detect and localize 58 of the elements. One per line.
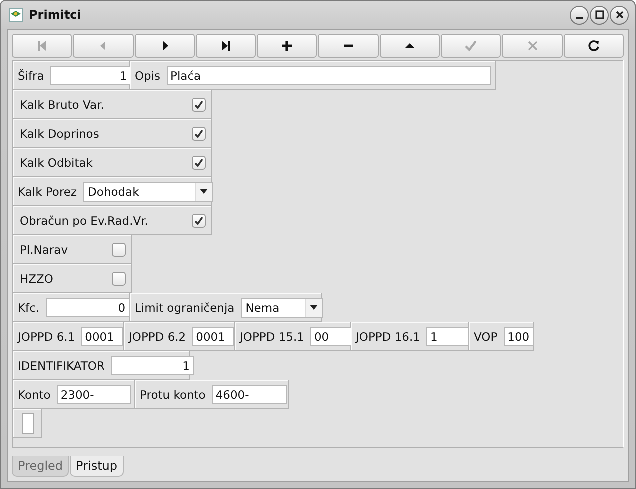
field-label: JOPPD 6.2 (129, 330, 186, 344)
dropdown-arrow-icon (200, 189, 208, 194)
dropdown[interactable]: Dohodak (83, 182, 214, 202)
refresh-icon (586, 39, 601, 53)
window-title: Primitci (29, 8, 82, 22)
x-icon (526, 39, 540, 53)
field-label: JOPPD 16.1 (356, 330, 420, 344)
checkbox[interactable] (192, 126, 206, 140)
close-icon (614, 10, 624, 20)
plus-icon (280, 39, 294, 53)
field-label: IDENTIFIKATOR (18, 358, 105, 372)
input-field[interactable] (22, 413, 34, 434)
field-label: HZZO (20, 272, 54, 286)
minimize-icon (576, 17, 583, 19)
app-icon (9, 8, 23, 22)
checkbox[interactable] (192, 98, 206, 112)
checkmark-icon (464, 39, 478, 53)
add-button[interactable] (257, 34, 318, 58)
field-label: Pl.Narav (20, 242, 68, 256)
dropdown[interactable]: Nema (240, 298, 323, 318)
input-field[interactable]: 1 (426, 327, 470, 346)
field-label: Opis (135, 68, 161, 82)
tab[interactable]: Pregled (12, 456, 70, 477)
field-label: JOPPD 6.1 (18, 330, 76, 344)
dropdown-arrow-icon (310, 305, 318, 310)
minimize-button[interactable] (570, 6, 589, 24)
field-label: VOP (474, 330, 498, 344)
input-field[interactable]: 00 (310, 327, 352, 346)
checkbox[interactable] (192, 214, 206, 228)
last-button[interactable] (196, 34, 256, 58)
field-label: Protu konto (140, 388, 206, 402)
input-field[interactable]: 2300- (56, 385, 131, 404)
input-field[interactable]: 0001 (192, 327, 234, 346)
input-field[interactable]: 4600- (212, 385, 287, 404)
refresh-button[interactable] (564, 34, 624, 58)
field-label: Šifra (18, 68, 44, 82)
field-label: Kalk Odbitak (20, 156, 93, 170)
field-label: JOPPD 15.1 (240, 330, 304, 344)
input-field[interactable]: 0001 (81, 327, 124, 346)
input-field[interactable]: 0 (46, 298, 130, 317)
maximize-icon (594, 10, 604, 20)
checkbox[interactable] (192, 156, 206, 170)
checkbox[interactable] (112, 242, 126, 256)
input-field[interactable]: 1 (50, 66, 132, 85)
input-field[interactable]: 100 (504, 327, 534, 346)
checkbox[interactable] (112, 272, 126, 286)
field-label: Kalk Porez (18, 184, 78, 198)
field-label: Konto (18, 388, 51, 402)
field-label: Obračun po Ev.Rad.Vr. (20, 214, 148, 228)
input-field[interactable]: 1 (110, 356, 194, 375)
field-label: Kalk Doprinos (20, 126, 100, 140)
input-field[interactable]: Plaća (166, 66, 491, 85)
field-label: Kfc. (18, 300, 40, 314)
maximize-button[interactable] (590, 6, 609, 24)
close-button[interactable] (610, 6, 629, 24)
field-label: Limit ograničenja (135, 300, 235, 314)
tab[interactable]: Pristup (70, 456, 124, 477)
field-label: Kalk Bruto Var. (20, 98, 104, 112)
